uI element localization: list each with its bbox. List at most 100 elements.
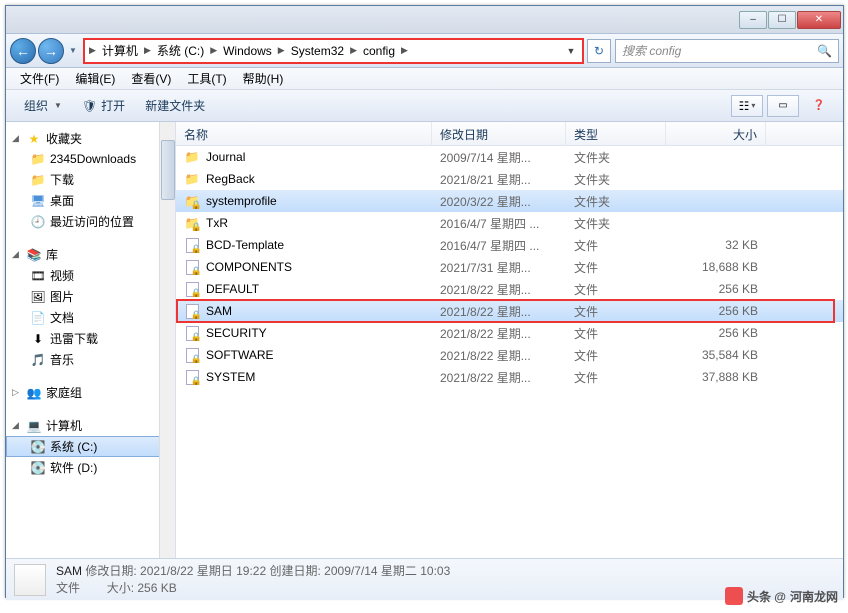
content-area: ◢ ★ 收藏夹 📁2345Downloads 📁下载 🖥桌面 🕘最近访问的位置 … — [6, 122, 843, 558]
sidebar-item-downloads2[interactable]: 📁下载 — [6, 169, 175, 190]
menu-view[interactable]: 查看(V) — [123, 70, 179, 87]
breadcrumb[interactable]: 系统 (C:) — [153, 40, 208, 62]
view-options-button[interactable]: ☷ ▾ — [731, 95, 763, 117]
locked-file-icon: 🔒 — [184, 281, 200, 297]
column-type[interactable]: 类型 — [566, 122, 666, 145]
file-row[interactable]: 🔒SECURITY2021/8/22 星期...文件256 KB — [176, 322, 843, 344]
file-size-cell: 256 KB — [666, 304, 766, 318]
chevron-right-icon[interactable]: ▶ — [87, 45, 98, 56]
sidebar-item-music[interactable]: 🎵音乐 — [6, 349, 175, 370]
navigation-pane: ◢ ★ 收藏夹 📁2345Downloads 📁下载 🖥桌面 🕘最近访问的位置 … — [6, 122, 176, 558]
column-size[interactable]: 大小 — [666, 122, 766, 145]
help-button[interactable]: ❓ — [803, 95, 835, 117]
file-row[interactable]: 🔒DEFAULT2021/8/22 星期...文件256 KB — [176, 278, 843, 300]
watermark-logo-icon — [725, 587, 743, 605]
file-row[interactable]: 📁🔒systemprofile2020/3/22 星期...文件夹 — [176, 190, 843, 212]
address-dropdown[interactable]: ▼ — [562, 46, 580, 56]
file-row[interactable]: 📁RegBack2021/8/21 星期...文件夹 — [176, 168, 843, 190]
libraries-header[interactable]: ◢ 📚 库 — [6, 244, 175, 265]
breadcrumb[interactable]: Windows — [219, 40, 276, 62]
forward-button[interactable]: → — [38, 38, 64, 64]
back-button[interactable]: ← — [10, 38, 36, 64]
column-name[interactable]: 名称 — [176, 122, 432, 145]
star-icon: ★ — [26, 131, 42, 147]
music-icon: 🎵 — [30, 352, 46, 368]
search-input[interactable]: 搜索 config 🔍 — [615, 39, 839, 63]
breadcrumb[interactable]: System32 — [287, 40, 348, 62]
file-row[interactable]: 🔒SYSTEM2021/8/22 星期...文件37,888 KB — [176, 366, 843, 388]
file-type-cell: 文件夹 — [566, 215, 666, 232]
column-date[interactable]: 修改日期 — [432, 122, 566, 145]
chevron-right-icon[interactable]: ▶ — [276, 45, 287, 56]
file-row[interactable]: 📁Journal2009/7/14 星期...文件夹 — [176, 146, 843, 168]
sidebar-item-desktop[interactable]: 🖥桌面 — [6, 190, 175, 211]
file-name: RegBack — [206, 172, 255, 186]
locked-file-icon: 🔒 — [184, 259, 200, 275]
chevron-right-icon[interactable]: ▶ — [208, 45, 219, 56]
address-bar[interactable]: ▶ 计算机 ▶ 系统 (C:) ▶ Windows ▶ System32 ▶ c… — [84, 39, 583, 63]
thunder-icon: ⬇ — [30, 331, 46, 347]
minimize-button[interactable]: – — [739, 11, 767, 29]
file-row[interactable]: 🔒SOFTWARE2021/8/22 星期...文件35,584 KB — [176, 344, 843, 366]
picture-icon: 🖼 — [30, 289, 46, 305]
file-name-cell: 🔒 COMPONENTS — [176, 259, 432, 275]
computer-header[interactable]: ◢ 💻 计算机 — [6, 415, 175, 436]
chevron-right-icon[interactable]: ▶ — [142, 45, 153, 56]
file-row[interactable]: 🔒SAM2021/8/22 星期...文件256 KB — [176, 300, 843, 322]
search-icon[interactable]: 🔍 — [817, 44, 832, 58]
sidebar-item-documents[interactable]: 📄文档 — [6, 307, 175, 328]
homegroup-icon: 👥 — [26, 385, 42, 401]
sidebar-item-pictures[interactable]: 🖼图片 — [6, 286, 175, 307]
scrollbar-thumb[interactable] — [161, 140, 175, 200]
file-name-cell: 🔒SECURITY — [176, 325, 432, 341]
menu-tools[interactable]: 工具(T) — [179, 70, 234, 87]
close-button[interactable]: ✕ — [797, 11, 841, 29]
folder-icon: 📁 — [30, 151, 46, 167]
organize-button[interactable]: 组织 ▼ — [14, 97, 72, 114]
file-type-cell: 文件夹 — [566, 149, 666, 166]
file-name: systemprofile — [206, 194, 277, 208]
recent-icon: 🕘 — [30, 214, 46, 230]
breadcrumb[interactable]: 计算机 — [98, 40, 142, 62]
file-type-cell: 文件 — [566, 281, 666, 298]
maximize-button[interactable]: ☐ — [768, 11, 796, 29]
file-row[interactable]: 📁🔒TxR2016/4/7 星期四 ...文件夹 — [176, 212, 843, 234]
toolbar: 组织 ▼ 🛡 打开 新建文件夹 ☷ ▾ ▭ ❓ — [6, 90, 843, 122]
menu-help[interactable]: 帮助(H) — [235, 70, 292, 87]
file-size-cell: 35,584 KB — [666, 348, 766, 362]
sidebar-item-videos[interactable]: 🎞视频 — [6, 265, 175, 286]
favorites-header[interactable]: ◢ ★ 收藏夹 — [6, 128, 175, 149]
chevron-right-icon[interactable]: ▶ — [399, 45, 410, 56]
file-name-cell: 📁RegBack — [176, 171, 432, 187]
sidebar-item-downloads[interactable]: 📁2345Downloads — [6, 149, 175, 169]
file-row[interactable]: 🔒BCD-Template2016/4/7 星期四 ...文件32 KB — [176, 234, 843, 256]
sidebar-item-thunder[interactable]: ⬇迅雷下载 — [6, 328, 175, 349]
preview-pane-button[interactable]: ▭ — [767, 95, 799, 117]
titlebar[interactable]: – ☐ ✕ — [6, 6, 843, 34]
file-name: COMPONENTS — [206, 260, 292, 274]
menu-file[interactable]: 文件(F) — [12, 70, 67, 87]
open-label: 打开 — [101, 97, 125, 114]
homegroup-header[interactable]: ▷ 👥 家庭组 — [6, 382, 175, 403]
menu-edit[interactable]: 编辑(E) — [67, 70, 123, 87]
breadcrumb[interactable]: config — [359, 40, 399, 62]
locked-folder-icon: 📁🔒 — [184, 193, 200, 209]
sidebar-item-drive-d[interactable]: 💽软件 (D:) — [6, 457, 175, 478]
file-date-cell: 2020/3/22 星期... — [432, 193, 566, 210]
open-button[interactable]: 🛡 打开 — [72, 97, 135, 114]
locked-file-icon: 🔒 — [184, 369, 200, 385]
file-list-body[interactable]: 📁Journal2009/7/14 星期...文件夹📁RegBack2021/8… — [176, 146, 843, 558]
file-row[interactable]: 🔒COMPONENTS2021/7/31 星期...文件18,688 KB — [176, 256, 843, 278]
chevron-right-icon[interactable]: ▶ — [348, 45, 359, 56]
desktop-icon: 🖥 — [30, 193, 46, 209]
sidebar-item-recent[interactable]: 🕘最近访问的位置 — [6, 211, 175, 232]
sidebar-scrollbar[interactable] — [159, 122, 175, 558]
new-folder-button[interactable]: 新建文件夹 — [135, 97, 215, 114]
history-dropdown[interactable]: ▼ — [66, 40, 80, 62]
file-name-cell: 🔒SYSTEM — [176, 369, 432, 385]
refresh-button[interactable]: ↻ — [587, 39, 611, 63]
sidebar-item-drive-c[interactable]: 💽系统 (C:) — [6, 436, 175, 457]
locked-file-icon: 🔒 — [184, 303, 200, 319]
column-headers: 名称 修改日期 类型 大小 — [176, 122, 843, 146]
chevron-down-icon: ▼ — [54, 101, 62, 110]
